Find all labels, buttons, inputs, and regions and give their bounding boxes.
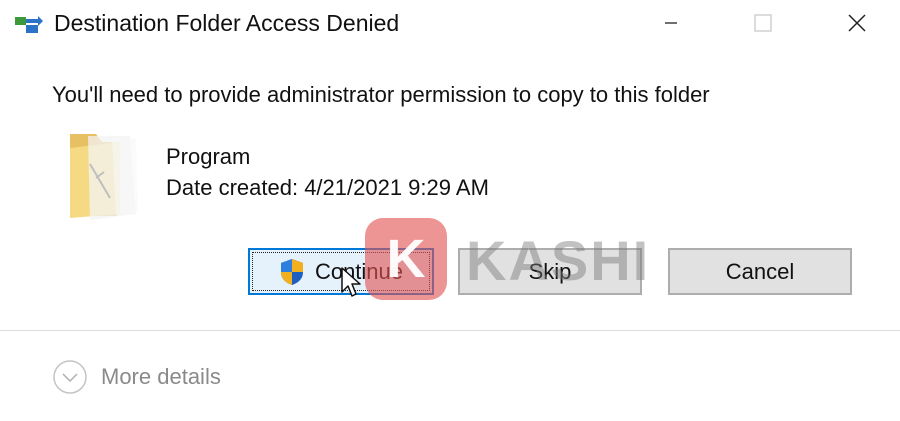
minimize-button[interactable]	[626, 0, 716, 46]
cancel-button[interactable]: Cancel	[668, 248, 852, 295]
cancel-button-label: Cancel	[725, 258, 795, 284]
watermark-text: KASHI	[466, 229, 651, 292]
item-date-created: Date created: 4/21/2021 9:29 AM	[166, 175, 489, 200]
permission-message: You'll need to provide administrator per…	[52, 82, 710, 107]
item-name: Program	[166, 144, 251, 169]
watermark-badge-letter: K	[386, 229, 426, 289]
maximize-icon	[754, 14, 772, 32]
uac-shield-icon	[280, 258, 303, 285]
maximize-button[interactable]	[718, 0, 808, 46]
folder-icon	[70, 134, 138, 220]
chevron-down-circle-icon[interactable]	[52, 359, 88, 395]
mouse-cursor-icon	[341, 267, 361, 297]
close-button[interactable]	[812, 0, 900, 46]
window-title: Destination Folder Access Denied	[54, 10, 400, 36]
title-bar: Destination Folder Access Denied	[0, 0, 900, 48]
minimize-icon	[665, 22, 677, 24]
close-icon	[848, 14, 866, 32]
more-details-link[interactable]: More details	[101, 364, 221, 390]
watermark-logo: K	[365, 218, 447, 300]
move-files-icon	[15, 16, 43, 33]
